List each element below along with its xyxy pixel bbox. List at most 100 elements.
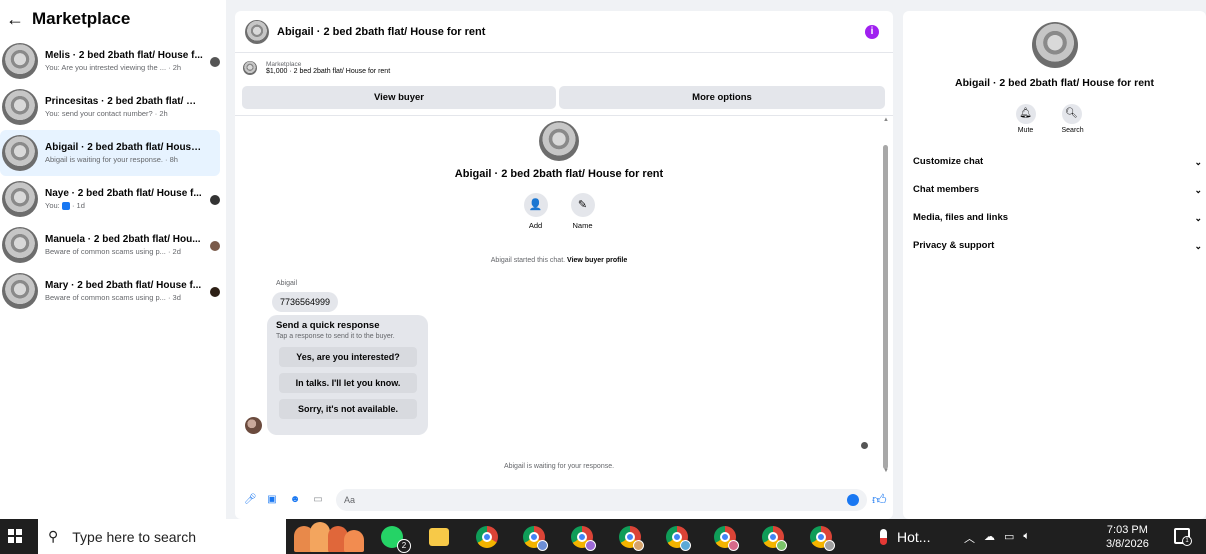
- conversation-name: Princesitas · 2 bed 2bath flat/ Hou...: [45, 96, 203, 107]
- scroll-up-icon[interactable]: ▲: [883, 117, 889, 123]
- conversation-item[interactable]: Princesitas · 2 bed 2bath flat/ Hou... Y…: [0, 84, 226, 130]
- gif-icon[interactable]: ▭: [312, 494, 324, 506]
- cloud-icon[interactable]: ☁: [984, 530, 995, 546]
- message-bubble: 7736564999: [272, 292, 339, 312]
- microphone-icon[interactable]: 🎤︎: [244, 494, 257, 506]
- taskbar-search-placeholder: Type here to search: [72, 528, 197, 545]
- view-buyer-button[interactable]: View buyer: [242, 86, 556, 109]
- conversation-item[interactable]: Mary · 2 bed 2bath flat/ House f... Bewa…: [0, 268, 226, 314]
- message-input[interactable]: [336, 489, 867, 511]
- listing-thumbnail: [243, 61, 257, 75]
- clock[interactable]: 7:03 PM 3/8/2026: [1106, 523, 1149, 551]
- listing-thumbnail: [2, 89, 38, 125]
- listing-thumbnail: [1031, 22, 1078, 68]
- add-person-icon: 👤: [523, 193, 548, 217]
- conversation-name: Abigail · 2 bed 2bath flat/ House f...: [45, 142, 203, 153]
- back-arrow-icon[interactable]: ←: [6, 9, 24, 30]
- thumbs-up-icon[interactable]: 👍︎: [872, 491, 887, 508]
- chrome-icon[interactable]: [810, 526, 835, 551]
- notification-icon[interactable]: 1: [1174, 528, 1192, 546]
- sender-name: Abigail: [276, 280, 298, 287]
- network-icon[interactable]: ▭: [1004, 530, 1014, 546]
- info-icon[interactable]: i: [865, 25, 879, 39]
- windows-start-icon[interactable]: [8, 529, 22, 543]
- quick-response-subtitle: Tap a response to send it to the buyer.: [276, 333, 395, 340]
- volume-icon[interactable]: 🔈︎: [1023, 530, 1030, 546]
- chevron-down-icon: ⌄: [1194, 213, 1202, 223]
- whatsapp-icon[interactable]: 2: [381, 526, 411, 553]
- more-options-button[interactable]: More options: [559, 86, 885, 109]
- add-button[interactable]: 👤 Add: [523, 193, 548, 230]
- conversation-preview: Beware of common scams using p... · 2d: [45, 247, 181, 256]
- listing-price: $1,000 · 2 bed 2bath flat/ House for ren…: [266, 68, 391, 75]
- chrome-icon[interactable]: [476, 526, 498, 548]
- chat-profile: Abigail · 2 bed 2bath flat/ House for re…: [235, 121, 883, 230]
- buyer-avatar: [245, 417, 262, 434]
- people-illustration: [290, 522, 364, 552]
- clock-time: 7:03 PM: [1106, 524, 1148, 536]
- chrome-icon[interactable]: [762, 526, 787, 551]
- menu-privacy-support[interactable]: Privacy & support ⌄: [903, 232, 1206, 260]
- divider: [235, 115, 893, 116]
- profile-name: Abigail · 2 bed 2bath flat/ House for re…: [454, 168, 664, 180]
- listing-thumbnail: [245, 19, 269, 44]
- scroll-down-icon[interactable]: ▼: [883, 468, 889, 474]
- chevron-up-icon[interactable]: ︿: [964, 530, 975, 546]
- menu-customize-chat[interactable]: Customize chat ⌄: [903, 148, 1206, 176]
- sticker-icon[interactable]: ☻: [289, 494, 301, 506]
- conversation-preview: Abigail is waiting for your response. · …: [45, 155, 178, 164]
- conversation-preview: Beware of common scams using p... · 3d: [45, 293, 181, 302]
- quick-response-option[interactable]: Yes, are you interested?: [279, 347, 417, 367]
- taskbar-search[interactable]: ⚲ Type here to search: [38, 519, 286, 554]
- conversation-item[interactable]: Melis · 2 bed 2bath flat/ House f... You…: [0, 38, 226, 84]
- chat-title: Abigail · 2 bed 2bath flat/ House for re…: [277, 25, 486, 38]
- quick-response-option[interactable]: In talks. I'll let you know.: [279, 373, 417, 393]
- mute-button[interactable]: 🔔︎ Mute: [1015, 104, 1036, 134]
- chat-started-note: Abigail started this chat. View buyer pr…: [490, 257, 628, 264]
- conversation-item-active[interactable]: Abigail · 2 bed 2bath flat/ House f... A…: [0, 130, 220, 176]
- details-name: Abigail · 2 bed 2bath flat/ House for re…: [955, 77, 1154, 89]
- conversation-sidebar: ← Marketplace Melis · 2 bed 2bath flat/ …: [0, 0, 226, 519]
- search-icon: ⚲: [48, 528, 59, 544]
- emoji-icon[interactable]: [847, 494, 859, 506]
- view-buyer-profile-link[interactable]: View buyer profile: [567, 257, 627, 264]
- conversation-item[interactable]: Manuela · 2 bed 2bath flat/ Hou... Bewar…: [0, 222, 226, 268]
- search-button[interactable]: 🔍︎ Search: [1061, 104, 1084, 134]
- listing-thumbnail: [539, 121, 579, 161]
- chrome-icon[interactable]: [523, 526, 548, 551]
- file-explorer-icon[interactable]: [429, 528, 449, 546]
- quick-response-title: Send a quick response: [276, 320, 380, 331]
- message-composer: 🎤︎ ▣ ☻ ▭ 👍︎: [235, 488, 893, 514]
- conversation-name: Naye · 2 bed 2bath flat/ House f...: [45, 187, 202, 199]
- seen-indicator: [861, 442, 868, 449]
- chat-header: Abigail · 2 bed 2bath flat/ House for re…: [235, 11, 893, 53]
- conversation-preview: You: · 1d: [45, 200, 85, 210]
- quick-response-option[interactable]: Sorry, it's not available.: [279, 399, 417, 419]
- system-tray[interactable]: ︿ ☁ ▭ 🔈︎: [964, 530, 1030, 546]
- listing-thumbnail: [2, 43, 38, 79]
- chrome-icon[interactable]: [571, 526, 596, 551]
- conversation-name: Mary · 2 bed 2bath flat/ House f...: [45, 280, 202, 291]
- chrome-icon[interactable]: [714, 526, 739, 551]
- conversation-name: Manuela · 2 bed 2bath flat/ Hou...: [45, 234, 201, 245]
- chat-details-panel: Abigail · 2 bed 2bath flat/ House for re…: [903, 11, 1206, 519]
- waiting-note: Abigail is waiting for your response.: [503, 463, 615, 470]
- conversation-name: Melis · 2 bed 2bath flat/ House f...: [45, 50, 203, 61]
- buyer-avatar: [210, 57, 220, 67]
- menu-chat-members[interactable]: Chat members ⌄: [903, 176, 1206, 204]
- conversation-item[interactable]: Naye · 2 bed 2bath flat/ House f... You:…: [0, 176, 226, 222]
- buyer-avatar: [210, 241, 220, 251]
- chrome-icon[interactable]: [619, 526, 644, 551]
- marketplace-label: Marketplace: [266, 61, 302, 68]
- listing-banner: Marketplace $1,000 · 2 bed 2bath flat/ H…: [235, 53, 893, 83]
- photo-icon[interactable]: ▣: [266, 494, 278, 506]
- buyer-avatar: [210, 287, 220, 297]
- listing-thumbnail: [2, 273, 38, 309]
- weather-widget[interactable]: Hot...: [880, 529, 930, 545]
- name-button[interactable]: ✎ Name: [570, 193, 595, 230]
- menu-media-files[interactable]: Media, files and links ⌄: [903, 204, 1206, 232]
- chevron-down-icon: ⌄: [1194, 157, 1202, 167]
- like-icon: [61, 202, 70, 210]
- chrome-icon[interactable]: [666, 526, 691, 551]
- scrollbar[interactable]: [883, 145, 888, 469]
